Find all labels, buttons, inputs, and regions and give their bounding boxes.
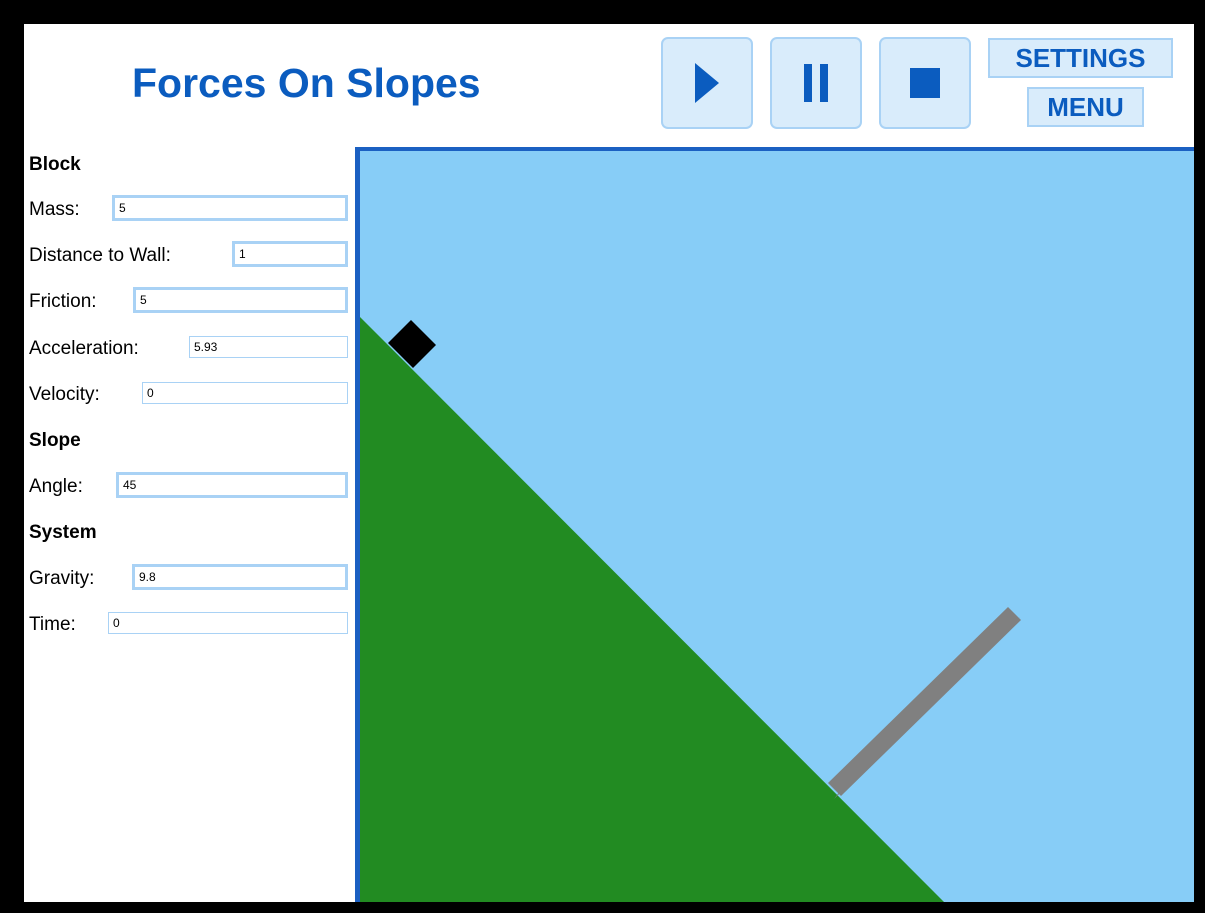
play-icon [695, 63, 719, 103]
friction-input[interactable] [133, 287, 348, 313]
menu-button[interactable]: MENU [1027, 87, 1144, 127]
pause-icon [804, 64, 828, 102]
app-window: Forces On Slopes SETTINGS MENU Block Mas… [24, 24, 1194, 902]
stop-icon [910, 68, 940, 98]
velocity-input[interactable] [142, 382, 348, 404]
distance-to-wall-input[interactable] [232, 241, 348, 267]
gravity-input[interactable] [132, 564, 348, 590]
friction-label: Friction: [29, 291, 97, 312]
time-label: Time: [29, 614, 76, 635]
acceleration-label: Acceleration: [29, 338, 139, 359]
time-input[interactable] [108, 612, 348, 634]
play-button[interactable] [661, 37, 753, 129]
acceleration-input[interactable] [189, 336, 348, 358]
parameters-panel: Block Mass: Distance to Wall: Friction: … [24, 144, 354, 902]
settings-button[interactable]: SETTINGS [988, 38, 1173, 78]
block-section-heading: Block [29, 154, 81, 175]
angle-input[interactable] [116, 472, 348, 498]
gravity-label: Gravity: [29, 568, 95, 589]
slope-section-heading: Slope [29, 430, 81, 451]
simulation-canvas[interactable] [360, 151, 1194, 902]
stop-button[interactable] [879, 37, 971, 129]
mass-input[interactable] [112, 195, 348, 221]
distance-to-wall-label: Distance to Wall: [29, 245, 171, 266]
simulation-frame [355, 147, 1194, 902]
mass-label: Mass: [29, 199, 80, 220]
system-section-heading: System [29, 522, 97, 543]
velocity-label: Velocity: [29, 384, 100, 405]
page-title: Forces On Slopes [132, 60, 481, 106]
angle-label: Angle: [29, 476, 83, 497]
pause-button[interactable] [770, 37, 862, 129]
